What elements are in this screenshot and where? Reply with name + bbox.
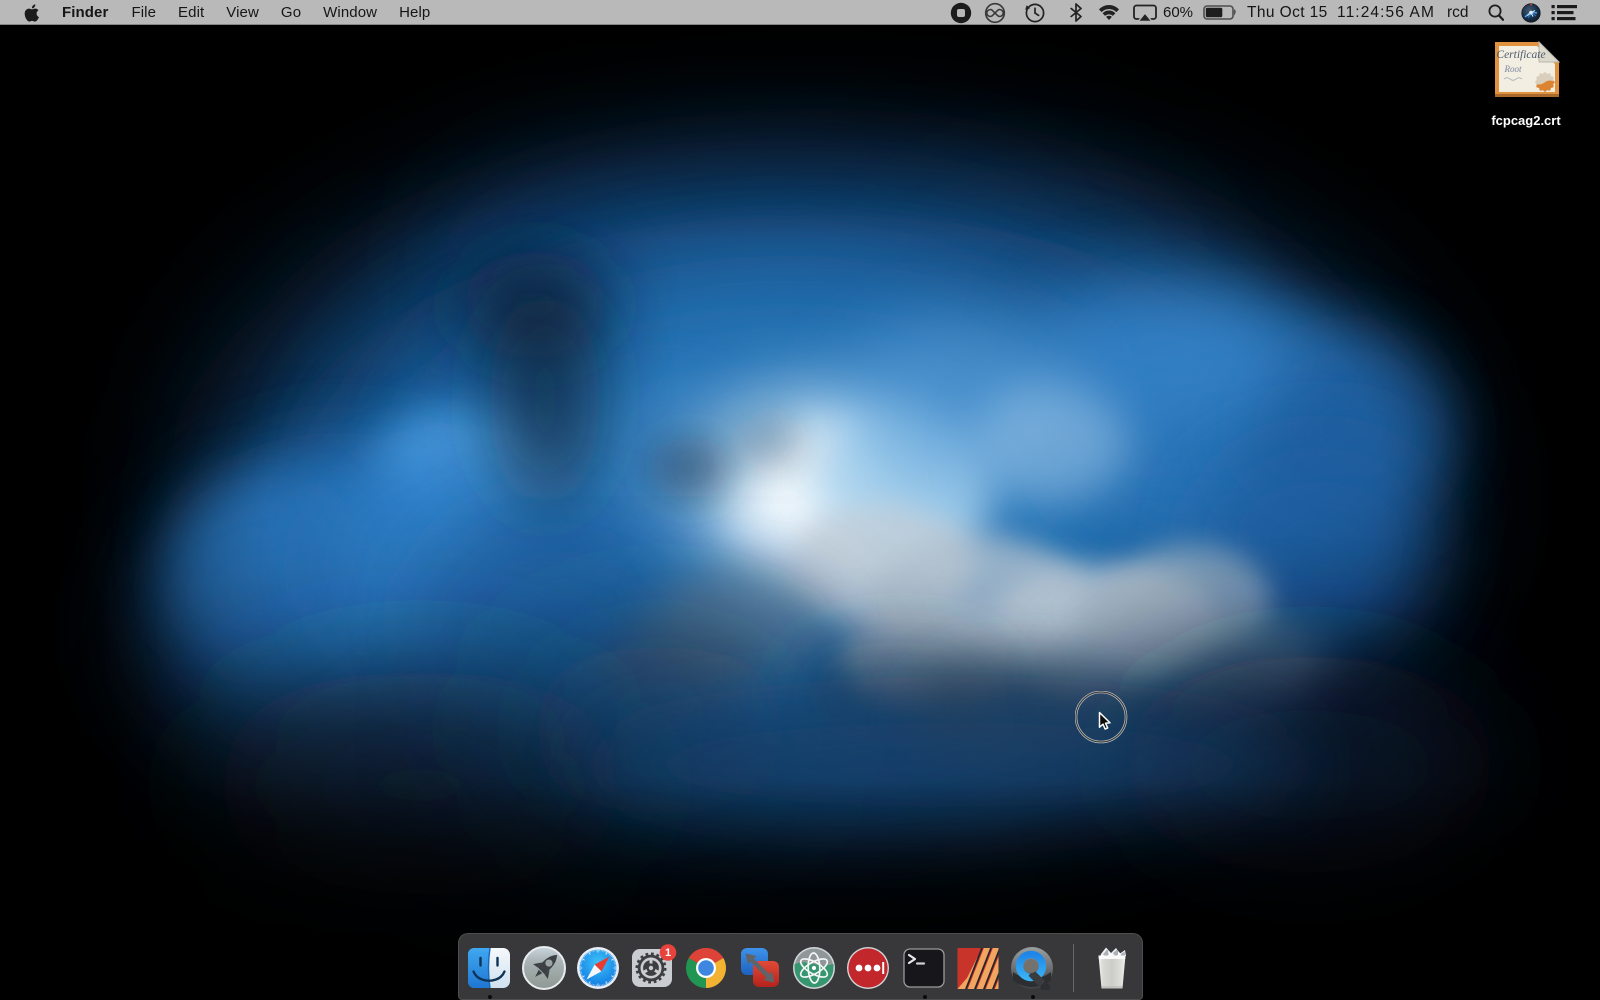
svg-text:1: 1: [665, 947, 671, 959]
svg-text:Root: Root: [1504, 64, 1522, 74]
svg-text:Certificate: Certificate: [1496, 49, 1545, 61]
